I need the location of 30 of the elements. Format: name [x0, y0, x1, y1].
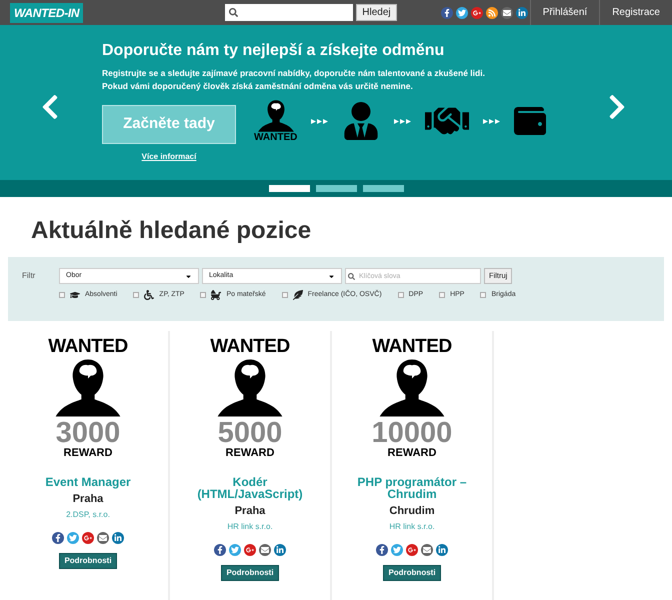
reward-label: REWARD	[226, 447, 274, 459]
reward-label: REWARD	[388, 447, 436, 459]
job-title[interactable]: Kodér (HTML/JavaScript)	[185, 476, 315, 500]
job-city: Chrudim	[389, 504, 435, 519]
hero-text: Registrujte se a sledujte zajímavé pracovní nabídky, doporučte nám talentované a zkušené lidi.	[102, 67, 486, 80]
details-button[interactable]: Podrobnosti	[59, 552, 117, 568]
job-title[interactable]: PHP programátor – Chrudim	[347, 476, 477, 500]
wanted-title: WANTED	[48, 337, 128, 357]
page-heading: Aktuálně hledané pozice	[31, 216, 312, 246]
reward-amount: 3000	[56, 419, 120, 447]
wanted-title: WANTED	[210, 337, 290, 357]
job-city: Praha	[72, 492, 104, 507]
wanted-title: WANTED	[372, 337, 452, 357]
company-name: HR link s.r.o.	[227, 520, 273, 532]
hero-text: Pokud vámi doporučený člověk získá zaměstnání odměna vás určitě nemine.	[102, 80, 414, 93]
logo[interactable]: WANTED-IN	[10, 2, 84, 22]
company-name: HR link s.r.o.	[389, 520, 435, 532]
job-title[interactable]: Event Manager	[45, 476, 131, 488]
search-button[interactable]: Hledej	[356, 4, 397, 21]
reward-amount: 5000	[218, 419, 282, 447]
details-button[interactable]: Podrobnosti	[383, 564, 441, 580]
job-city: Praha	[234, 504, 266, 519]
company-name: 2.DSP, s.r.o.	[66, 508, 110, 520]
more-info-link[interactable]: Více informací	[142, 151, 196, 163]
filter-label: Filtr	[22, 270, 36, 282]
reward-amount: 10000	[372, 419, 452, 447]
reward-label: REWARD	[64, 447, 112, 459]
details-button[interactable]: Podrobnosti	[221, 564, 279, 580]
wanted-label: WANTED	[254, 133, 298, 143]
hero-title: Doporučte nám ty nejlepší a získejte odměnu	[102, 41, 446, 61]
